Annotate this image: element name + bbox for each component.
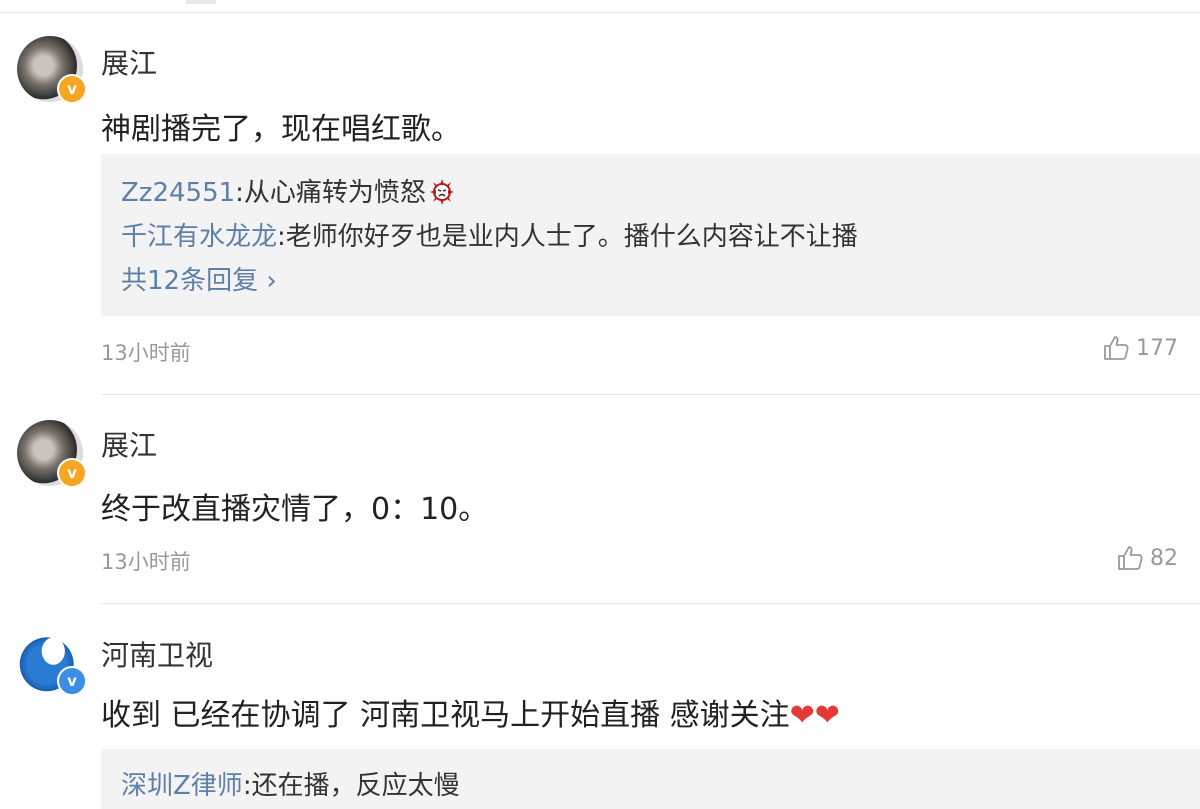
reply-user[interactable]: Zz24551 <box>121 178 235 208</box>
heart-emoji-icon: ❤❤ <box>789 698 840 733</box>
top-scroll-indicator <box>186 0 216 4</box>
like-button[interactable]: 82 <box>1116 544 1178 572</box>
like-count: 177 <box>1136 335 1178 361</box>
thumbs-up-icon <box>1104 336 1129 360</box>
comment-time: 13小时前 <box>101 550 191 574</box>
comment-author[interactable]: 河南卫视 <box>101 634 213 674</box>
verified-badge-icon: v <box>57 74 87 104</box>
like-button[interactable]: 177 <box>1102 334 1178 362</box>
top-divider <box>0 12 1200 13</box>
comment-author[interactable]: 展江 <box>101 42 157 82</box>
comment-text-body: 收到 已经在协调了 河南卫视马上开始直播 感谢关注 <box>101 698 790 733</box>
reply-text: :从心痛转为愤怒 <box>235 178 426 208</box>
comment-text: 收到 已经在协调了 河南卫视马上开始直播 感谢关注❤❤ <box>101 690 840 734</box>
comment-divider <box>101 603 1200 604</box>
verified-badge-icon: v <box>57 666 87 696</box>
comment-divider <box>101 394 1200 395</box>
more-replies-link[interactable]: 共12条回复 › <box>121 260 277 297</box>
reply-text: :老师你好歹也是业内人士了。播什么内容让不让播 <box>277 222 858 252</box>
thumbs-up-icon <box>1118 546 1143 570</box>
reply-item: 深圳Z律师:还在播，反应太慢 <box>121 765 460 802</box>
verified-badge-icon: v <box>57 458 87 488</box>
reply-user[interactable]: 千江有水龙龙 <box>121 222 277 252</box>
like-count: 82 <box>1150 545 1178 571</box>
comment-text: 终于改直播灾情了，0：10。 <box>101 492 489 527</box>
avatar[interactable]: v <box>17 420 87 488</box>
avatar[interactable]: v <box>17 36 87 104</box>
avatar[interactable]: v <box>17 628 87 696</box>
comment-author[interactable]: 展江 <box>101 424 157 464</box>
comment-text: 神剧播完了，现在唱红歌。 <box>101 112 461 147</box>
comment-time: 13小时前 <box>101 341 191 365</box>
angry-emoji-icon <box>429 179 454 205</box>
reply-box: 深圳Z律师:还在播，反应太慢 <box>101 749 1200 809</box>
reply-item: Zz24551:从心痛转为愤怒 <box>121 172 456 209</box>
reply-box: Zz24551:从心痛转为愤怒 千江有水龙龙:老师你好歹也是业内人士了。播什么内… <box>101 154 1200 316</box>
reply-item: 千江有水龙龙:老师你好歹也是业内人士了。播什么内容让不让播 <box>121 216 858 253</box>
